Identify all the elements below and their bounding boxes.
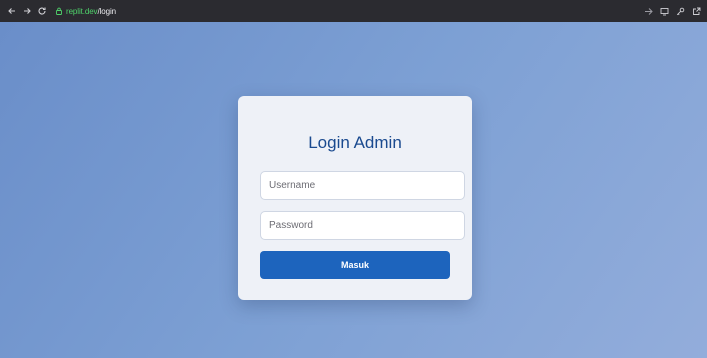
open-external-icon[interactable] bbox=[692, 7, 701, 16]
login-card: Login Admin Masuk bbox=[238, 96, 472, 300]
login-submit-button[interactable]: Masuk bbox=[260, 251, 450, 279]
login-title: Login Admin bbox=[308, 133, 402, 152]
forward-arrow-icon[interactable] bbox=[21, 4, 33, 18]
screen-icon[interactable] bbox=[660, 7, 669, 16]
back-arrow-icon[interactable] bbox=[6, 4, 18, 18]
url-path: /login bbox=[97, 6, 116, 16]
page-background: Login Admin Masuk bbox=[0, 22, 707, 358]
key-icon[interactable] bbox=[676, 7, 685, 16]
browser-toolbar: replit.dev/login bbox=[0, 0, 707, 22]
url-host: replit.dev bbox=[66, 6, 98, 16]
lock-icon bbox=[55, 7, 63, 15]
reload-icon[interactable] bbox=[36, 4, 48, 18]
screen: replit.dev/login Login Admin Masuk bbox=[0, 0, 707, 358]
password-input[interactable] bbox=[260, 211, 465, 240]
cast-icon[interactable] bbox=[644, 7, 653, 16]
username-input[interactable] bbox=[260, 171, 465, 200]
address-bar[interactable]: replit.dev/login bbox=[55, 7, 116, 16]
toolbar-actions bbox=[644, 7, 701, 16]
